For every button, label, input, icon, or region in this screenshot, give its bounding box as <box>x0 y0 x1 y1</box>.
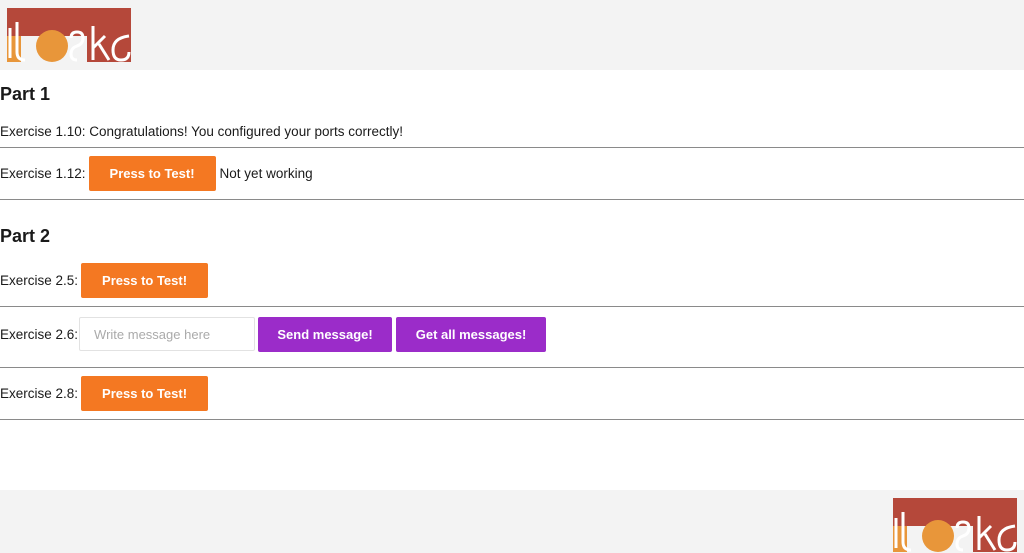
part2-heading: Part 2 <box>0 226 51 246</box>
page-header <box>0 0 1024 70</box>
exercise-2-8-row: Exercise 2.8: Press to Test! <box>0 376 1024 411</box>
exercise-2-6-row: Exercise 2.6: Send message! Get all mess… <box>0 316 1024 352</box>
exercise-2-5-test-button[interactable]: Press to Test! <box>81 263 209 298</box>
divider <box>0 306 1024 307</box>
itoska-logo <box>7 8 131 62</box>
page-footer <box>0 490 1024 553</box>
exercise-1-10-row: Exercise 1.10: Congratulations! You conf… <box>0 122 1024 140</box>
exercise-1-12-label: Exercise 1.12: <box>0 166 86 181</box>
exercise-2-8-label: Exercise 2.8: <box>0 386 79 401</box>
itoska-logo-footer <box>893 498 1017 552</box>
part1-heading: Part 1 <box>0 84 51 104</box>
divider <box>0 419 1024 420</box>
exercise-2-6-label: Exercise 2.6: <box>0 326 79 342</box>
exercise-1-12-test-button[interactable]: Press to Test! <box>88 156 216 191</box>
exercise-2-5-row: Exercise 2.5: Press to Test! <box>0 263 1024 298</box>
divider <box>0 147 1024 148</box>
exercise-2-5-label: Exercise 2.5: <box>0 273 79 288</box>
divider <box>0 367 1024 368</box>
divider <box>0 199 1024 200</box>
send-message-button[interactable]: Send message! <box>258 316 393 352</box>
exercise-1-12-status: Not yet working <box>219 166 313 181</box>
exercise-1-10-text: Exercise 1.10: Congratulations! You conf… <box>0 123 403 139</box>
exercise-2-8-test-button[interactable]: Press to Test! <box>81 376 209 411</box>
message-input[interactable] <box>79 317 256 351</box>
exercise-1-12-row: Exercise 1.12: Press to Test! Not yet wo… <box>0 156 1024 191</box>
get-all-messages-button[interactable]: Get all messages! <box>396 316 547 352</box>
